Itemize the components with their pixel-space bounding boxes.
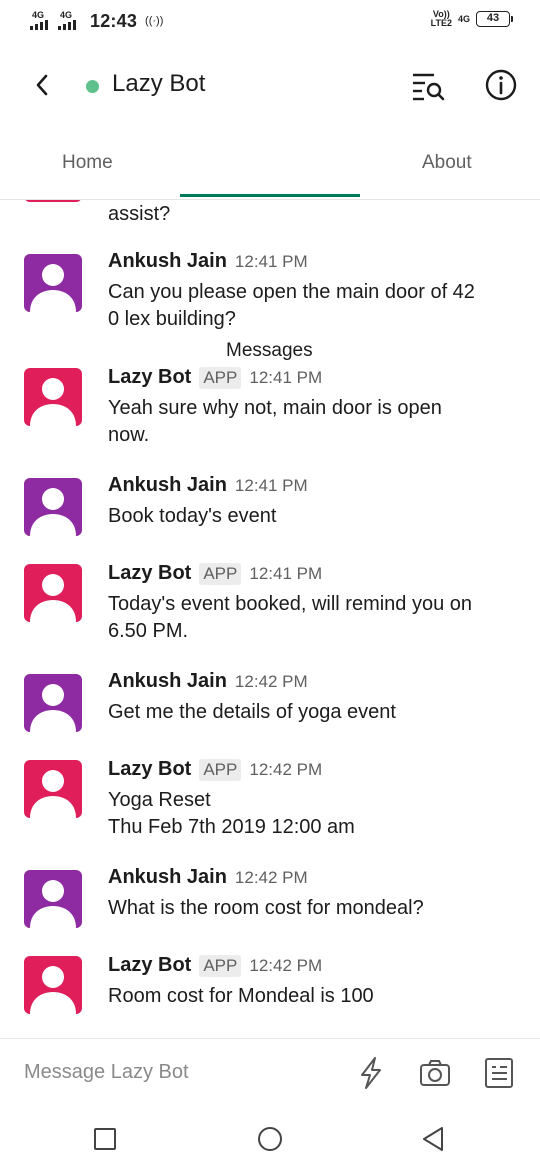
attach-file-button[interactable] — [482, 1055, 516, 1091]
status-bar: 4G 4G 12:43 ((·)) Vo)) LTE2 4G 43 — [0, 0, 540, 44]
avatar — [24, 200, 82, 202]
avatar[interactable] — [24, 478, 82, 536]
person-icon — [30, 966, 76, 1014]
app-badge: APP — [199, 759, 242, 781]
person-icon — [30, 264, 76, 312]
avatar[interactable] — [24, 564, 82, 622]
avatar[interactable] — [24, 368, 82, 426]
app-badge: APP — [199, 563, 242, 585]
avatar[interactable] — [24, 760, 82, 818]
message-timestamp: 12:41 PM — [234, 476, 308, 495]
square-icon — [94, 1128, 116, 1150]
message-input[interactable]: Message Lazy Bot — [24, 1061, 189, 1084]
circle-icon — [258, 1127, 282, 1151]
hotspot-icon: ((·)) — [145, 15, 164, 27]
message-timestamp: 12:42 PM — [249, 956, 323, 975]
channel-info-button[interactable] — [484, 68, 518, 102]
tab-about[interactable]: About — [422, 152, 472, 174]
file-icon — [485, 1058, 513, 1088]
message-timestamp: 12:42 PM — [234, 672, 308, 691]
sender-name[interactable]: Lazy Bot — [108, 758, 191, 781]
message-timestamp: 12:42 PM — [249, 760, 323, 779]
back-button[interactable] — [30, 68, 56, 102]
channel-header: Lazy Bot — [0, 52, 540, 118]
avatar[interactable] — [24, 956, 82, 1014]
person-icon — [30, 880, 76, 928]
search-list-icon — [413, 73, 445, 101]
person-icon — [30, 574, 76, 622]
search-conversation-button[interactable] — [410, 70, 446, 102]
tab-bar: Home Messages About — [0, 140, 540, 361]
avatar[interactable] — [24, 674, 82, 732]
message-text: Yeah sure why not, main door is open now… — [108, 397, 442, 446]
triangle-back-icon — [423, 1127, 443, 1151]
message-composer: Message Lazy Bot — [0, 1038, 540, 1108]
sender-name[interactable]: Ankush Jain — [108, 474, 227, 497]
avatar[interactable] — [24, 254, 82, 312]
message-timestamp: 12:42 PM — [234, 868, 308, 887]
status-bar-right: Vo)) LTE2 4G 43 — [430, 9, 513, 28]
message-list[interactable]: assist? Ankush Jain 12:41 PM Can you ple… — [0, 200, 540, 1038]
network-type-1: 4G — [32, 10, 45, 20]
app-badge: APP — [199, 367, 242, 389]
message-timestamp: 12:41 PM — [249, 368, 323, 387]
message-text: Room cost for Mondeal is 100 — [108, 985, 374, 1007]
camera-button[interactable] — [418, 1055, 452, 1091]
shortcuts-button[interactable] — [354, 1055, 388, 1091]
status-time: 12:43 — [90, 10, 138, 31]
sender-name[interactable]: Lazy Bot — [108, 562, 191, 585]
message-text: Today's event booked, will remind you on… — [108, 593, 473, 642]
message-timestamp: 12:41 PM — [249, 564, 323, 583]
info-icon — [485, 69, 517, 101]
system-back-button[interactable] — [418, 1124, 448, 1154]
sender-name[interactable]: Ankush Jain — [108, 866, 227, 889]
home-button[interactable] — [255, 1124, 285, 1154]
active-tab-indicator — [180, 194, 360, 197]
message-timestamp: 12:41 PM — [234, 252, 308, 271]
page-title[interactable]: Lazy Bot — [112, 70, 205, 98]
sim2-network-type: 4G — [457, 13, 470, 24]
message-text: What is the room cost for mondeal? — [108, 897, 424, 919]
signal-sim1-icon: 4G — [30, 10, 52, 32]
person-icon — [30, 684, 76, 732]
volte-indicator: Vo)) LTE2 — [430, 9, 452, 28]
message-text: Book today's event — [108, 505, 277, 527]
recent-apps-button[interactable] — [90, 1124, 120, 1154]
sender-name[interactable]: Lazy Bot — [108, 366, 191, 389]
message-text: Can you please open the main door of 42 … — [108, 281, 475, 330]
person-icon — [30, 770, 76, 818]
app-badge: APP — [199, 955, 242, 977]
message-text: Yoga Reset Thu Feb 7th 2019 12:00 am — [108, 789, 355, 838]
camera-icon — [420, 1060, 450, 1086]
chevron-left-icon — [36, 74, 48, 96]
avatar[interactable] — [24, 870, 82, 928]
message-text: assist? — [108, 203, 171, 225]
battery-icon: 43 — [476, 11, 513, 27]
message-text: Get me the details of yoga event — [108, 701, 396, 723]
person-icon — [30, 378, 76, 426]
battery-level: 43 — [486, 12, 500, 24]
lightning-bolt-icon — [361, 1057, 381, 1089]
sender-name[interactable]: Lazy Bot — [108, 954, 191, 977]
signal-sim2-icon: 4G — [58, 10, 80, 32]
tab-home[interactable]: Home — [62, 152, 113, 174]
sender-name[interactable]: Ankush Jain — [108, 250, 227, 273]
online-status-dot — [86, 80, 99, 93]
network-type-2: 4G — [60, 10, 73, 20]
system-navigation-bar — [0, 1108, 540, 1170]
person-icon — [30, 488, 76, 536]
status-bar-left: 4G 4G 12:43 ((·)) — [30, 10, 163, 32]
sender-name[interactable]: Ankush Jain — [108, 670, 227, 693]
